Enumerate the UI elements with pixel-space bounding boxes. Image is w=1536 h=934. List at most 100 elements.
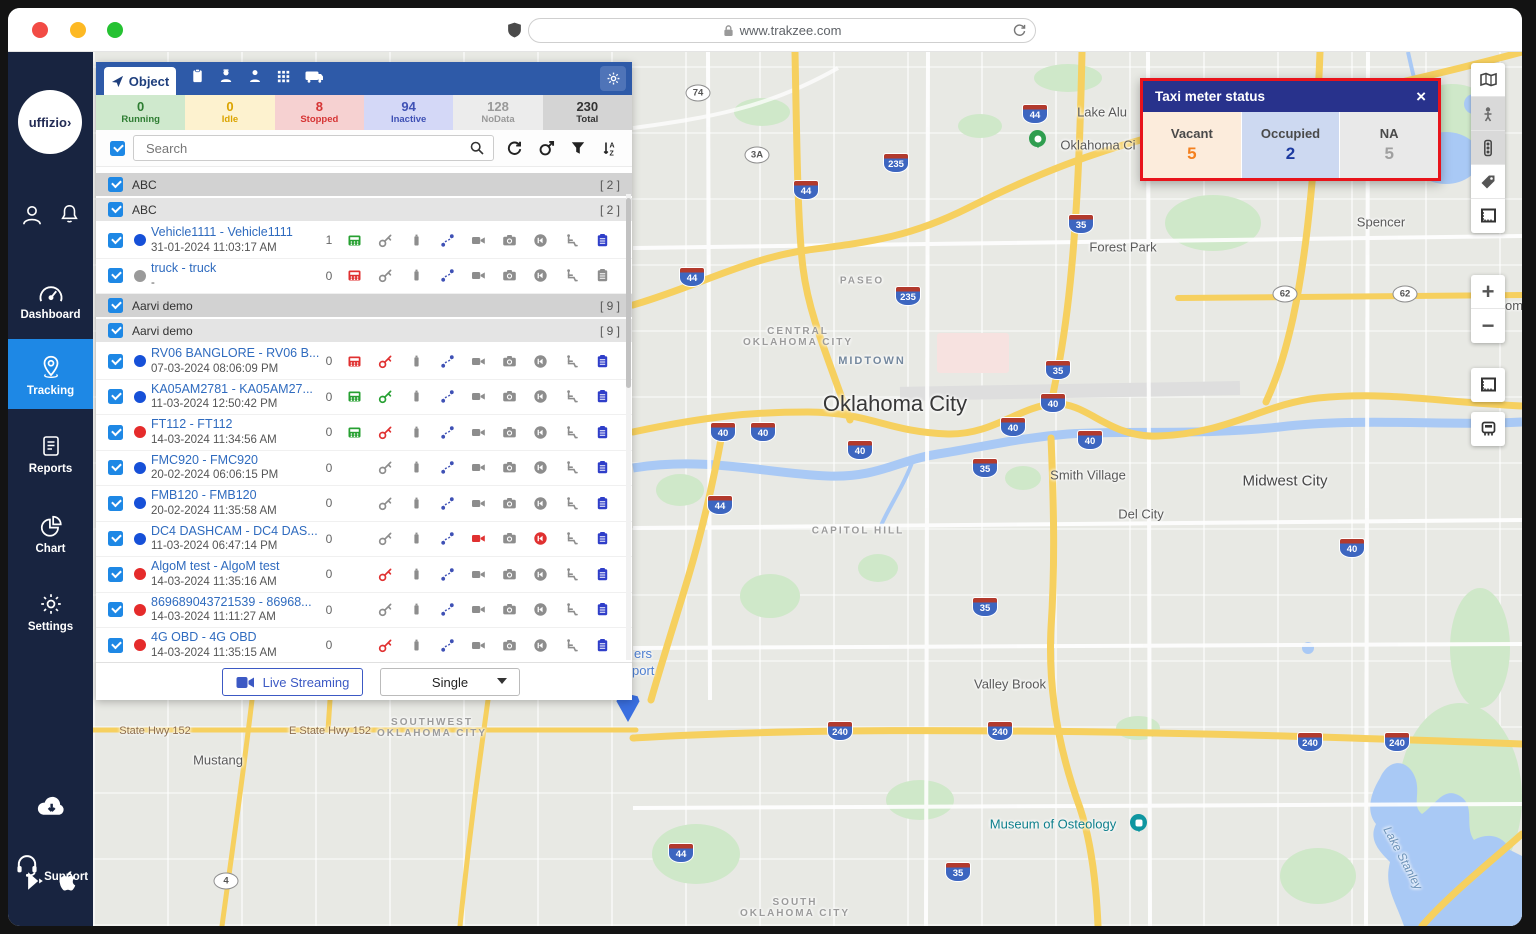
taxi-status-occupied[interactable]: Occupied2 xyxy=(1242,112,1340,178)
vehicle-name[interactable]: 4G OBD - 4G OBD xyxy=(151,630,319,646)
live-streaming-button[interactable]: Live Streaming xyxy=(222,668,363,696)
vehicle-name[interactable]: FMB120 - FMB120 xyxy=(151,488,319,504)
locate-button[interactable] xyxy=(534,136,558,160)
taximeter-icon[interactable] xyxy=(339,389,370,404)
media-playback-icon[interactable] xyxy=(525,496,556,511)
group-checkbox[interactable] xyxy=(108,177,123,192)
minimize-window-button[interactable] xyxy=(70,22,86,38)
route-playback-icon[interactable] xyxy=(432,602,463,617)
vehicle-list[interactable]: ABC[ 2 ]ABC[ 2 ] Vehicle1111 - Vehicle11… xyxy=(96,167,632,662)
battery-icon[interactable] xyxy=(401,389,432,404)
seat-icon[interactable] xyxy=(556,567,587,582)
status-idle[interactable]: 0Idle xyxy=(185,95,274,130)
label-button[interactable] xyxy=(1471,165,1505,199)
route-playback-icon[interactable] xyxy=(432,496,463,511)
panel-settings-button[interactable] xyxy=(600,66,626,91)
battery-icon[interactable] xyxy=(401,602,432,617)
seat-icon[interactable] xyxy=(556,638,587,653)
vehicle-checkbox[interactable] xyxy=(108,531,123,546)
media-playback-icon[interactable] xyxy=(525,460,556,475)
group-header[interactable]: ABC[ 2 ] xyxy=(96,198,632,221)
vehicle-name[interactable]: 869689043721539 - 86968... xyxy=(151,595,319,611)
photo-camera-icon[interactable] xyxy=(494,638,525,653)
notes-icon[interactable] xyxy=(587,567,618,582)
status-nodata[interactable]: 128NoData xyxy=(453,95,542,130)
video-camera-icon[interactable] xyxy=(463,354,494,369)
notes-icon[interactable] xyxy=(587,602,618,617)
tab-vehicle-icon[interactable] xyxy=(304,68,324,89)
media-playback-icon[interactable] xyxy=(525,638,556,653)
battery-icon[interactable] xyxy=(401,496,432,511)
seat-icon[interactable] xyxy=(556,389,587,404)
immobilizer-key-icon[interactable] xyxy=(370,354,401,369)
vehicle-checkbox[interactable] xyxy=(108,425,123,440)
photo-camera-icon[interactable] xyxy=(494,496,525,511)
apple-icon[interactable] xyxy=(56,869,78,898)
seat-icon[interactable] xyxy=(556,233,587,248)
seat-icon[interactable] xyxy=(556,602,587,617)
map-type-button[interactable] xyxy=(1471,63,1505,97)
vehicle-name[interactable]: RV06 BANGLORE - RV06 B... xyxy=(151,346,319,362)
taximeter-icon[interactable] xyxy=(339,268,370,283)
notes-icon[interactable] xyxy=(587,460,618,475)
traffic-button[interactable] xyxy=(1471,131,1505,165)
route-playback-icon[interactable] xyxy=(432,638,463,653)
status-inactive[interactable]: 94Inactive xyxy=(364,95,453,130)
vehicle-row[interactable]: AlgoM test - AlgoM test 14-03-2024 11:35… xyxy=(96,557,632,593)
media-playback-icon[interactable] xyxy=(525,389,556,404)
battery-icon[interactable] xyxy=(401,354,432,369)
refresh-button[interactable] xyxy=(502,136,526,160)
filter-button[interactable] xyxy=(566,136,590,160)
notes-icon[interactable] xyxy=(587,354,618,369)
vehicle-name[interactable]: Vehicle1111 - Vehicle1111 xyxy=(151,225,319,241)
route-playback-icon[interactable] xyxy=(432,268,463,283)
vehicle-checkbox[interactable] xyxy=(108,354,123,369)
close-window-button[interactable] xyxy=(32,22,48,38)
seat-icon[interactable] xyxy=(556,354,587,369)
vehicle-row[interactable]: RV06 BANGLORE - RV06 B... 07-03-2024 08:… xyxy=(96,344,632,380)
seat-icon[interactable] xyxy=(556,268,587,283)
status-total[interactable]: 230Total xyxy=(543,95,632,130)
group-header[interactable]: ABC[ 2 ] xyxy=(96,173,632,196)
vehicle-row[interactable]: FT112 - FT112 14-03-2024 11:34:56 AM 0 xyxy=(96,415,632,451)
select-all-checkbox[interactable] xyxy=(110,141,125,156)
vehicle-row[interactable]: 4G OBD - 4G OBD 14-03-2024 11:35:15 AM 0 xyxy=(96,628,632,662)
media-playback-icon[interactable] xyxy=(525,354,556,369)
battery-icon[interactable] xyxy=(401,233,432,248)
photo-camera-icon[interactable] xyxy=(494,268,525,283)
status-stopped[interactable]: 8Stopped xyxy=(275,95,364,130)
immobilizer-key-icon[interactable] xyxy=(370,531,401,546)
taxi-status-vacant[interactable]: Vacant5 xyxy=(1143,112,1241,178)
media-playback-icon[interactable] xyxy=(525,567,556,582)
vehicle-row[interactable]: FMC920 - FMC920 20-02-2024 06:06:15 PM 0 xyxy=(96,451,632,487)
vehicle-name[interactable]: KA05AM2781 - KA05AM27... xyxy=(151,382,319,398)
media-playback-icon[interactable] xyxy=(525,531,556,546)
video-camera-icon[interactable] xyxy=(463,638,494,653)
immobilizer-key-icon[interactable] xyxy=(370,389,401,404)
notes-icon[interactable] xyxy=(587,389,618,404)
zoom-out-button[interactable]: − xyxy=(1471,309,1505,343)
tab-object[interactable]: Object xyxy=(104,67,176,95)
google-play-icon[interactable] xyxy=(24,869,46,898)
sidebar-item-dashboard[interactable]: Dashboard xyxy=(8,281,93,321)
group-checkbox[interactable] xyxy=(108,323,123,338)
immobilizer-key-icon[interactable] xyxy=(370,425,401,440)
media-playback-icon[interactable] xyxy=(525,425,556,440)
notes-icon[interactable] xyxy=(587,496,618,511)
video-camera-icon[interactable] xyxy=(463,268,494,283)
group-checkbox[interactable] xyxy=(108,298,123,313)
video-camera-icon[interactable] xyxy=(463,389,494,404)
notes-icon[interactable] xyxy=(587,425,618,440)
route-playback-icon[interactable] xyxy=(432,354,463,369)
route-playback-icon[interactable] xyxy=(432,531,463,546)
tab-trip-icon[interactable] xyxy=(190,68,205,89)
seat-icon[interactable] xyxy=(556,496,587,511)
maximize-window-button[interactable] xyxy=(107,22,123,38)
vehicle-checkbox[interactable] xyxy=(108,268,123,283)
battery-icon[interactable] xyxy=(401,425,432,440)
vehicle-checkbox[interactable] xyxy=(108,567,123,582)
immobilizer-key-icon[interactable] xyxy=(370,460,401,475)
group-checkbox[interactable] xyxy=(108,202,123,217)
notes-icon[interactable] xyxy=(587,638,618,653)
battery-icon[interactable] xyxy=(401,531,432,546)
